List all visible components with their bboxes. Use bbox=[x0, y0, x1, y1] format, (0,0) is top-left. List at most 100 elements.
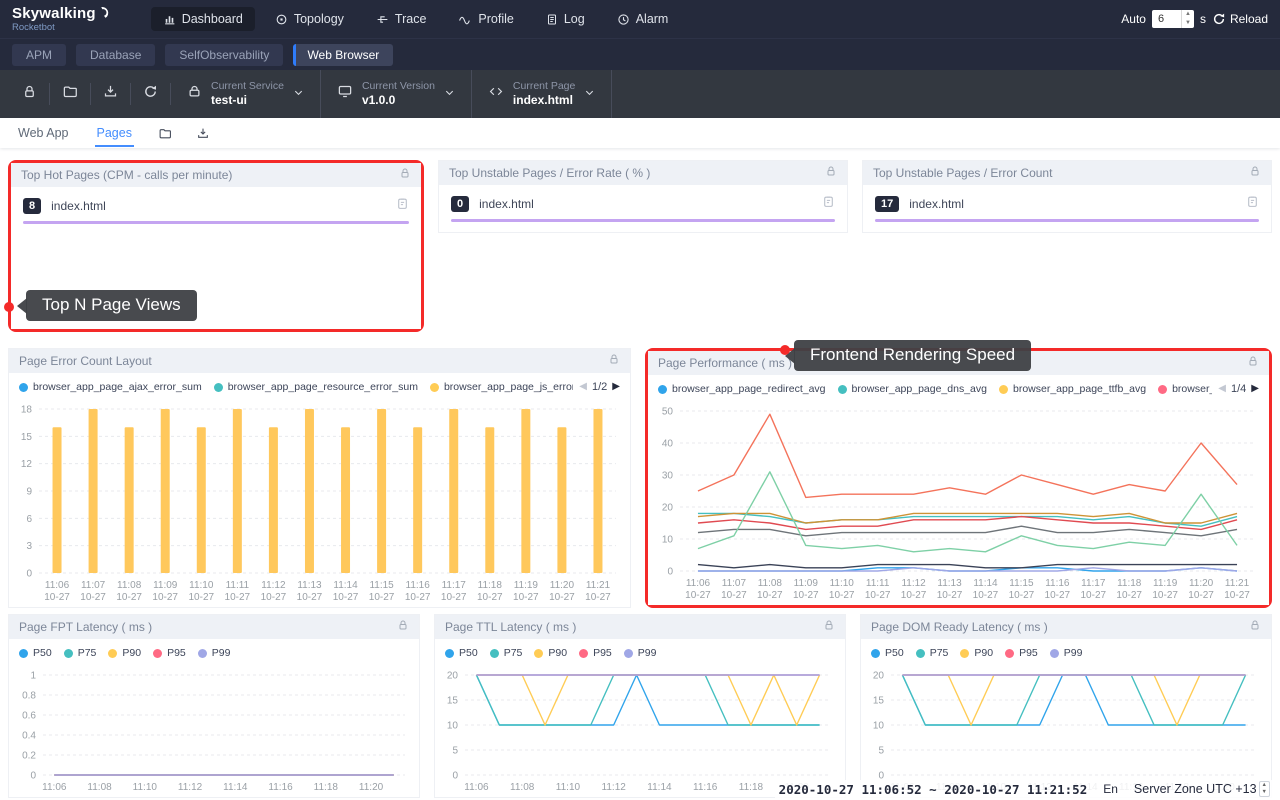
legend-item[interactable]: P75 bbox=[64, 647, 97, 659]
group-tab-selfobservability[interactable]: SelfObservability bbox=[165, 44, 283, 66]
logo-subtitle: Rocketbot bbox=[12, 23, 111, 33]
zone-up-icon[interactable]: ▲ bbox=[1260, 782, 1269, 789]
selector-current-page[interactable]: Current Pageindex.html bbox=[472, 70, 611, 118]
legend-item[interactable]: P50 bbox=[19, 647, 52, 659]
chart-area: 0510152011:0611:0811:1011:1211:1411:1611… bbox=[435, 665, 845, 797]
time-range-picker[interactable]: 2020-10-27 11:06:52 ~ 2020-10-27 11:21:5… bbox=[779, 782, 1088, 797]
copy-button[interactable] bbox=[1246, 195, 1259, 213]
page-row: 17index.html bbox=[863, 185, 1271, 219]
legend-item[interactable]: P95 bbox=[153, 647, 186, 659]
legend-item[interactable]: browser_app_page_ttfb_avg bbox=[999, 383, 1146, 395]
legend-label: P99 bbox=[638, 647, 657, 659]
chart-canvas[interactable]: 0510152011:0611:0811:1011:1211:1411:1611… bbox=[435, 665, 845, 797]
language-toggle[interactable]: En bbox=[1103, 782, 1118, 796]
svg-text:11:0910-27: 11:0910-27 bbox=[793, 578, 819, 601]
legend-item[interactable]: browser_app_page_tcp_avg bbox=[1158, 383, 1212, 395]
legend-label: P95 bbox=[593, 647, 612, 659]
spinner-down-icon[interactable]: ▼ bbox=[1182, 19, 1194, 28]
legend-item[interactable]: browser_app_page_js_error_sum bbox=[430, 381, 573, 393]
copy-button[interactable] bbox=[822, 195, 835, 213]
nav-item-alarm[interactable]: Alarm bbox=[605, 7, 681, 31]
nav-item-trace[interactable]: Trace bbox=[364, 7, 439, 31]
group-tab-database[interactable]: Database bbox=[76, 44, 155, 66]
reload-button[interactable]: Reload bbox=[1212, 12, 1268, 26]
nav-item-dashboard[interactable]: Dashboard bbox=[151, 7, 255, 31]
legend-dot-icon bbox=[1005, 649, 1014, 658]
group-tab-web-browser[interactable]: Web Browser bbox=[293, 44, 393, 66]
card-top-unstable-error-count: Top Unstable Pages / Error Count17index.… bbox=[862, 160, 1272, 233]
legend-dot-icon bbox=[999, 385, 1008, 394]
folder-icon bbox=[158, 127, 172, 140]
refresh-button[interactable] bbox=[131, 84, 170, 104]
legend-dot-icon bbox=[579, 649, 588, 658]
annotation-dot bbox=[780, 345, 790, 355]
legend-item[interactable]: P99 bbox=[198, 647, 231, 659]
chart-canvas[interactable]: 0510152011:0611:0811:1011:1211:1411:1611… bbox=[861, 665, 1271, 797]
legend-prev-icon[interactable]: ◀ bbox=[579, 382, 587, 392]
folder-button[interactable] bbox=[158, 127, 172, 140]
folder-button[interactable] bbox=[50, 84, 90, 104]
chart-canvas[interactable]: 0102030405011:0610-2711:0710-2711:0810-2… bbox=[648, 401, 1269, 605]
card-header: Page DOM Ready Latency ( ms ) bbox=[861, 615, 1271, 639]
legend-item[interactable]: P95 bbox=[579, 647, 612, 659]
download-button[interactable] bbox=[91, 84, 130, 104]
svg-text:11:1910-27: 11:1910-27 bbox=[1152, 578, 1178, 601]
legend-item[interactable]: P95 bbox=[1005, 647, 1038, 659]
legend-item[interactable]: browser_app_page_redirect_avg bbox=[658, 383, 826, 395]
legend-items: browser_app_page_ajax_error_sum browser_a… bbox=[19, 381, 573, 393]
lock-button[interactable] bbox=[10, 84, 49, 104]
tab-pages[interactable]: Pages bbox=[95, 120, 134, 147]
alarm-icon bbox=[617, 13, 630, 26]
legend-item[interactable]: P75 bbox=[916, 647, 949, 659]
selector-current-service[interactable]: Current Servicetest-ui bbox=[171, 70, 320, 118]
legend-item[interactable]: P90 bbox=[108, 647, 141, 659]
toolbar-divider bbox=[611, 70, 612, 118]
legend-next-icon[interactable]: ▶ bbox=[612, 382, 620, 392]
zone-down-icon[interactable]: ▼ bbox=[1260, 789, 1269, 796]
chart-area: 00.20.40.60.8111:0611:0811:1011:1211:141… bbox=[9, 665, 419, 797]
legend-item[interactable]: browser_app_page_ajax_error_sum bbox=[19, 381, 202, 393]
legend-item[interactable]: P99 bbox=[624, 647, 657, 659]
legend-item[interactable]: browser_app_page_resource_error_sum bbox=[214, 381, 418, 393]
logo[interactable]: Skywalking Rocketbot bbox=[12, 6, 111, 33]
legend-label: P75 bbox=[78, 647, 97, 659]
legend-item[interactable]: P50 bbox=[445, 647, 478, 659]
progress-bar bbox=[451, 219, 835, 222]
nav-item-log[interactable]: Log bbox=[534, 7, 597, 31]
legend-dot-icon bbox=[64, 649, 73, 658]
chart-canvas[interactable]: 00.20.40.60.8111:0611:0811:1011:1211:141… bbox=[9, 665, 419, 797]
chart-canvas[interactable]: 036912151811:0610-2711:0710-2711:0810-27… bbox=[9, 399, 630, 607]
svg-text:11:18: 11:18 bbox=[739, 782, 764, 793]
legend-label: P75 bbox=[504, 647, 523, 659]
legend-item[interactable]: P99 bbox=[1050, 647, 1083, 659]
nav-item-profile[interactable]: Profile bbox=[446, 7, 525, 31]
selector-label: Current Version bbox=[362, 80, 435, 93]
page-icon bbox=[488, 85, 504, 103]
group-tab-apm[interactable]: APM bbox=[12, 44, 66, 66]
legend-next-icon[interactable]: ▶ bbox=[1251, 384, 1259, 394]
latency-charts-row: Page FPT Latency ( ms )P50P75P90P95P9900… bbox=[8, 614, 1272, 798]
spinner-up-icon[interactable]: ▲ bbox=[1182, 10, 1194, 19]
card-page-ttl-latency: Page TTL Latency ( ms )P50P75P90P95P9905… bbox=[434, 614, 846, 798]
nav-item-topology[interactable]: Topology bbox=[263, 7, 356, 31]
server-zone-control[interactable]: Server Zone UTC +13 ▲▼ bbox=[1134, 781, 1270, 797]
selector-current-version[interactable]: Current Versionv1.0.0 bbox=[321, 70, 471, 118]
legend-label: P50 bbox=[33, 647, 52, 659]
svg-text:30: 30 bbox=[662, 471, 674, 482]
tab-web-app[interactable]: Web App bbox=[16, 120, 71, 147]
legend-dot-icon bbox=[153, 649, 162, 658]
copy-button[interactable] bbox=[396, 197, 409, 215]
legend-prev-icon[interactable]: ◀ bbox=[1218, 384, 1226, 394]
legend-item[interactable]: browser_app_page_dns_avg bbox=[838, 383, 987, 395]
card-title: Top Hot Pages (CPM - calls per minute) bbox=[21, 168, 399, 182]
legend-item[interactable]: P90 bbox=[960, 647, 993, 659]
svg-text:9: 9 bbox=[26, 487, 32, 498]
legend-item[interactable]: P90 bbox=[534, 647, 567, 659]
export-button[interactable] bbox=[196, 127, 210, 140]
svg-text:11:12: 11:12 bbox=[178, 782, 203, 793]
svg-text:15: 15 bbox=[873, 696, 885, 707]
auto-interval-input[interactable]: 6 ▲▼ bbox=[1152, 10, 1194, 28]
legend-item[interactable]: P50 bbox=[871, 647, 904, 659]
legend-item[interactable]: P75 bbox=[490, 647, 523, 659]
svg-text:6: 6 bbox=[26, 514, 32, 525]
